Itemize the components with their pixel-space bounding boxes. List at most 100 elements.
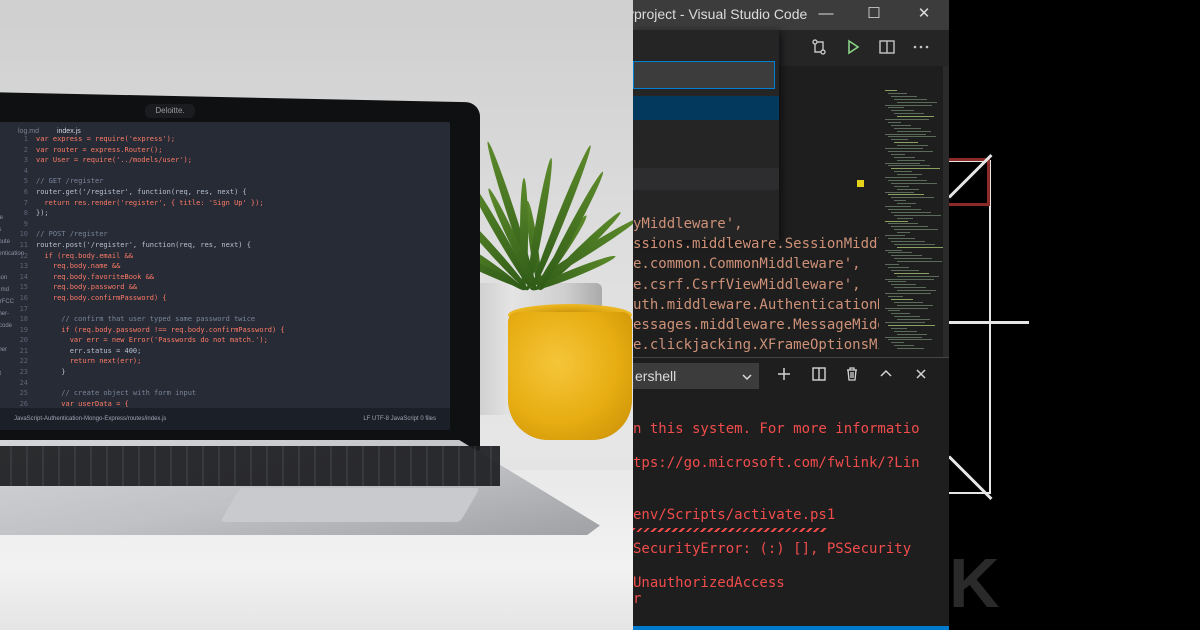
terminal-line: SecurityError: (:) [], PSSecurity <box>633 541 912 557</box>
split-editor-icon[interactable] <box>875 38 899 60</box>
minimize-button[interactable]: — <box>803 0 849 30</box>
line-number: 16 <box>19 293 28 302</box>
yellow-mug <box>508 312 632 440</box>
code-text: // GET /register <box>36 177 104 186</box>
code-text: router.post('/register', function(req, r… <box>36 240 251 249</box>
quick-pick-selected-item[interactable] <box>633 96 779 120</box>
terminal-line: n this system. For more informatio <box>633 421 920 437</box>
screen-code-line: 3 var User = require('../models/user'); <box>14 155 430 166</box>
code-text: err.status = 400; <box>36 346 142 355</box>
terminal-line: tps://go.microsoft.com/fwlink/?Lin <box>633 455 920 471</box>
line-number: 3 <box>23 156 28 165</box>
screen-code-line: 16 req.body.confirmPassword) { <box>14 293 430 304</box>
window-title: yproject - Visual Studio Code <box>633 6 808 22</box>
terminal-shell-select[interactable]: ershell <box>633 363 759 389</box>
close-button[interactable]: ✕ <box>901 0 947 30</box>
screen-code-line: 11 router.post('/register', function(req,… <box>14 240 430 251</box>
editor-code-line[interactable]: essages.middleware.MessageMiddl <box>633 317 879 337</box>
new-terminal-icon[interactable] <box>773 366 795 386</box>
logo-frame <box>949 160 991 494</box>
screen-code-line: 21 err.status = 400; <box>14 346 430 357</box>
editor-code-line[interactable]: e.csrf.CsrfViewMiddleware', <box>633 277 861 297</box>
code-text: // POST /register <box>36 230 108 239</box>
line-number: 20 <box>19 336 28 345</box>
code-text: var User = require('../models/user'); <box>36 156 192 165</box>
screen-code-line: 18 // confirm that user typed same passw… <box>14 314 430 325</box>
chevron-up-icon[interactable] <box>875 366 897 386</box>
error-underline <box>633 528 827 532</box>
line-number: 17 <box>19 304 28 313</box>
line-number: 2 <box>23 145 28 154</box>
line-number: 11 <box>19 240 28 249</box>
screen-code-line: 6 router.get('/register', function(req, r… <box>14 187 430 198</box>
cursor-marker <box>857 180 864 187</box>
quick-pick-input[interactable] <box>633 61 775 89</box>
more-icon[interactable] <box>909 38 933 60</box>
terminal-line: env/Scripts/activate.ps1 <box>633 507 836 523</box>
editor-code-line[interactable]: ssions.middleware.SessionMiddl <box>633 236 879 256</box>
screen-status-bar: JavaScript-Authentication-Mongo-Express/… <box>0 408 450 430</box>
line-number: 8 <box>23 209 28 218</box>
line-number: 22 <box>19 357 28 366</box>
editor-code-line[interactable]: e.clickjacking.XFrameOptionsMic <box>633 337 879 357</box>
screen-code-line: 24 <box>14 378 430 389</box>
quick-pick-item[interactable] <box>633 144 779 166</box>
line-number: 6 <box>23 187 28 196</box>
maximize-button[interactable]: ☐ <box>851 0 897 30</box>
screen-code-line: 19 if (req.body.password !== req.body.co… <box>14 325 430 336</box>
quick-pick-item[interactable] <box>633 168 779 190</box>
screen-code-line: 2 var router = express.Router(); <box>14 145 430 156</box>
trash-icon[interactable] <box>841 366 863 386</box>
terminal-shell-label: ershell <box>635 368 677 384</box>
close-panel-icon[interactable] <box>910 366 932 386</box>
minimap[interactable] <box>879 90 945 357</box>
code-text: req.body.confirmPassword) { <box>36 293 167 302</box>
code-text: var userData = { <box>36 399 129 408</box>
screen-code-line: 4 <box>14 166 430 177</box>
line-number: 5 <box>23 177 28 186</box>
line-number: 4 <box>23 166 28 175</box>
terminal-line: UnauthorizedAccess <box>633 575 785 591</box>
laptop-photo: Deloitte. log.md index.js enceress_tribu… <box>0 0 633 630</box>
status-path: JavaScript-Authentication-Mongo-Express/… <box>14 416 167 422</box>
screen-code-line: 13 req.body.name && <box>14 261 430 272</box>
editor-code[interactable]: yMiddleware', ssions.middleware.SessionMi… <box>633 212 879 357</box>
screen-code-line: 1 var express = require('express'); <box>14 134 430 145</box>
code-text: return res.render('register', { title: '… <box>36 198 264 207</box>
screen-code-line: 25 // create object with form input <box>14 388 430 399</box>
quick-pick-dropdown <box>633 30 779 240</box>
run-icon[interactable] <box>841 38 865 60</box>
code-text: var router = express.Router(); <box>36 145 163 154</box>
code-text: req.body.password && <box>36 283 138 292</box>
code-text: return next(err); <box>36 357 142 366</box>
line-number: 14 <box>19 272 28 281</box>
line-number: 7 <box>23 198 28 207</box>
code-text: }); <box>36 209 49 218</box>
quick-pick-item[interactable] <box>633 122 779 144</box>
line-number: 10 <box>19 230 28 239</box>
code-text: var err = new Error('Passwords do not ma… <box>36 336 268 345</box>
code-text: req.body.favoriteBook && <box>36 272 155 281</box>
screen-code-line: 7 return res.render('register', { title:… <box>14 198 430 209</box>
line-number: 18 <box>19 315 28 324</box>
terminal-line: r <box>633 591 642 607</box>
code-text: if (req.body.password !== req.body.confi… <box>36 325 285 334</box>
line-number: 13 <box>19 262 28 271</box>
screen-code-line: 15 req.body.password && <box>14 282 430 293</box>
logo-crossbar <box>949 321 1029 324</box>
code-text: // confirm that user typed same password… <box>36 315 256 324</box>
split-terminal-icon[interactable] <box>808 366 830 386</box>
line-number: 19 <box>19 325 28 334</box>
line-number: 23 <box>19 368 28 377</box>
source-control-icon[interactable] <box>807 38 831 60</box>
screen-code-line: 10 // POST /register <box>14 229 430 240</box>
laptop-screen: log.md index.js enceress_tributeuthentic… <box>0 122 450 430</box>
code-text: var express = require('express'); <box>36 135 176 143</box>
code-text: req.body.name && <box>36 262 121 271</box>
editor-code-line[interactable]: yMiddleware', <box>633 216 743 236</box>
screen-code-line: 12 if (req.body.email && <box>14 251 430 262</box>
editor-code-line[interactable]: e.common.CommonMiddleware', <box>633 256 861 276</box>
editor-code-line[interactable]: uth.middleware.AuthenticationMi <box>633 297 879 317</box>
line-number: 21 <box>19 346 28 355</box>
line-number: 25 <box>19 389 28 398</box>
